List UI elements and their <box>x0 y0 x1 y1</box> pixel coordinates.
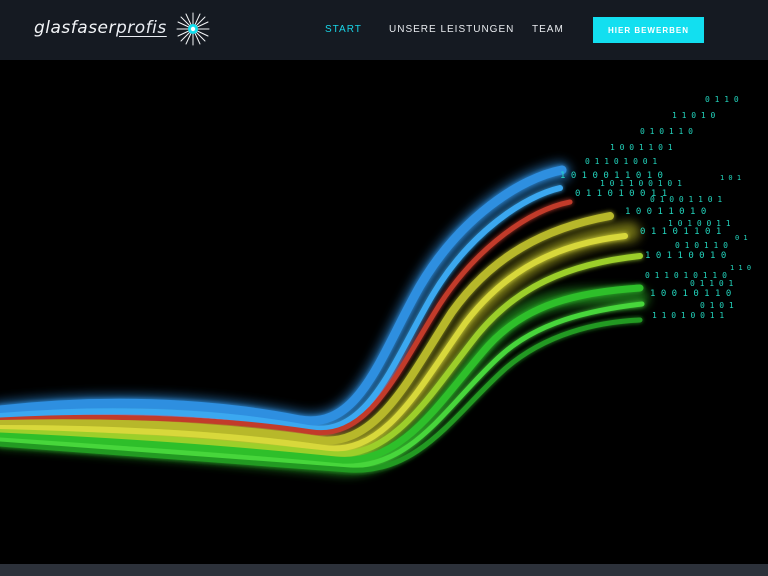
svg-text:1 0 1: 1 0 1 <box>720 174 741 182</box>
svg-text:1 1 0 1 0: 1 1 0 1 0 <box>672 111 716 120</box>
logo[interactable]: glasfaserprofis <box>34 12 210 48</box>
svg-text:1 1 0 1 0 0 1 1: 1 1 0 1 0 0 1 1 <box>652 311 724 320</box>
svg-text:0 1 1 0: 0 1 1 0 <box>705 95 739 104</box>
svg-text:1 0 1 0 0 1 1: 1 0 1 0 0 1 1 <box>668 219 731 228</box>
footer-strip <box>0 564 768 576</box>
logo-text-main: glasfaser <box>34 18 116 38</box>
nav-item-team[interactable]: TEAM <box>532 24 564 35</box>
nav-item-start[interactable]: START <box>325 24 362 35</box>
svg-text:1 0 0 1 1 0 1: 1 0 0 1 1 0 1 <box>610 143 673 152</box>
apply-button[interactable]: HIER BEWERBEN <box>593 17 704 43</box>
logo-wordmark: glasfaserprofis <box>34 18 167 38</box>
fiber-optic-cables-illustration: 1 0 1 0 0 1 1 0 1 0 0 1 1 0 1 0 0 1 1 0 … <box>0 60 768 564</box>
svg-text:1 0 0 1 1 0 1 0: 1 0 0 1 1 0 1 0 <box>625 207 706 217</box>
svg-text:0 1 0 1 1 0: 0 1 0 1 1 0 <box>675 241 728 250</box>
svg-text:1 0 1 1 0 0 1 0: 1 0 1 1 0 0 1 0 <box>645 251 726 261</box>
logo-text-sub: profis <box>116 18 167 38</box>
site-header: glasfaserprofis START UNSERE LEISTUNGEN … <box>0 0 768 60</box>
nav-item-leistungen[interactable]: UNSERE LEISTUNGEN <box>389 24 514 35</box>
svg-text:0 1 1 0 1 1 0 1: 0 1 1 0 1 1 0 1 <box>640 227 721 237</box>
svg-text:0 1 0 1 1 0: 0 1 0 1 1 0 <box>640 127 693 136</box>
svg-text:1 0 1 1 0 0 1 0 1: 1 0 1 1 0 0 1 0 1 <box>600 179 682 188</box>
svg-text:0 1 1 0 1 0 0 1: 0 1 1 0 1 0 0 1 <box>585 157 657 166</box>
svg-text:0 1 1 0 1: 0 1 1 0 1 <box>690 279 734 288</box>
svg-text:1 1 0: 1 1 0 <box>730 264 751 272</box>
svg-text:0 1 0 0 1 1 0 1: 0 1 0 0 1 1 0 1 <box>650 195 722 204</box>
starburst-icon <box>176 12 210 46</box>
hero-section: 1 0 1 0 0 1 1 0 1 0 0 1 1 0 1 0 0 1 1 0 … <box>0 60 768 564</box>
svg-text:0 1: 0 1 <box>735 234 748 242</box>
svg-text:0 1 0 1: 0 1 0 1 <box>700 301 734 310</box>
svg-text:1 0 0 1 0 1 1 0: 1 0 0 1 0 1 1 0 <box>650 289 731 299</box>
